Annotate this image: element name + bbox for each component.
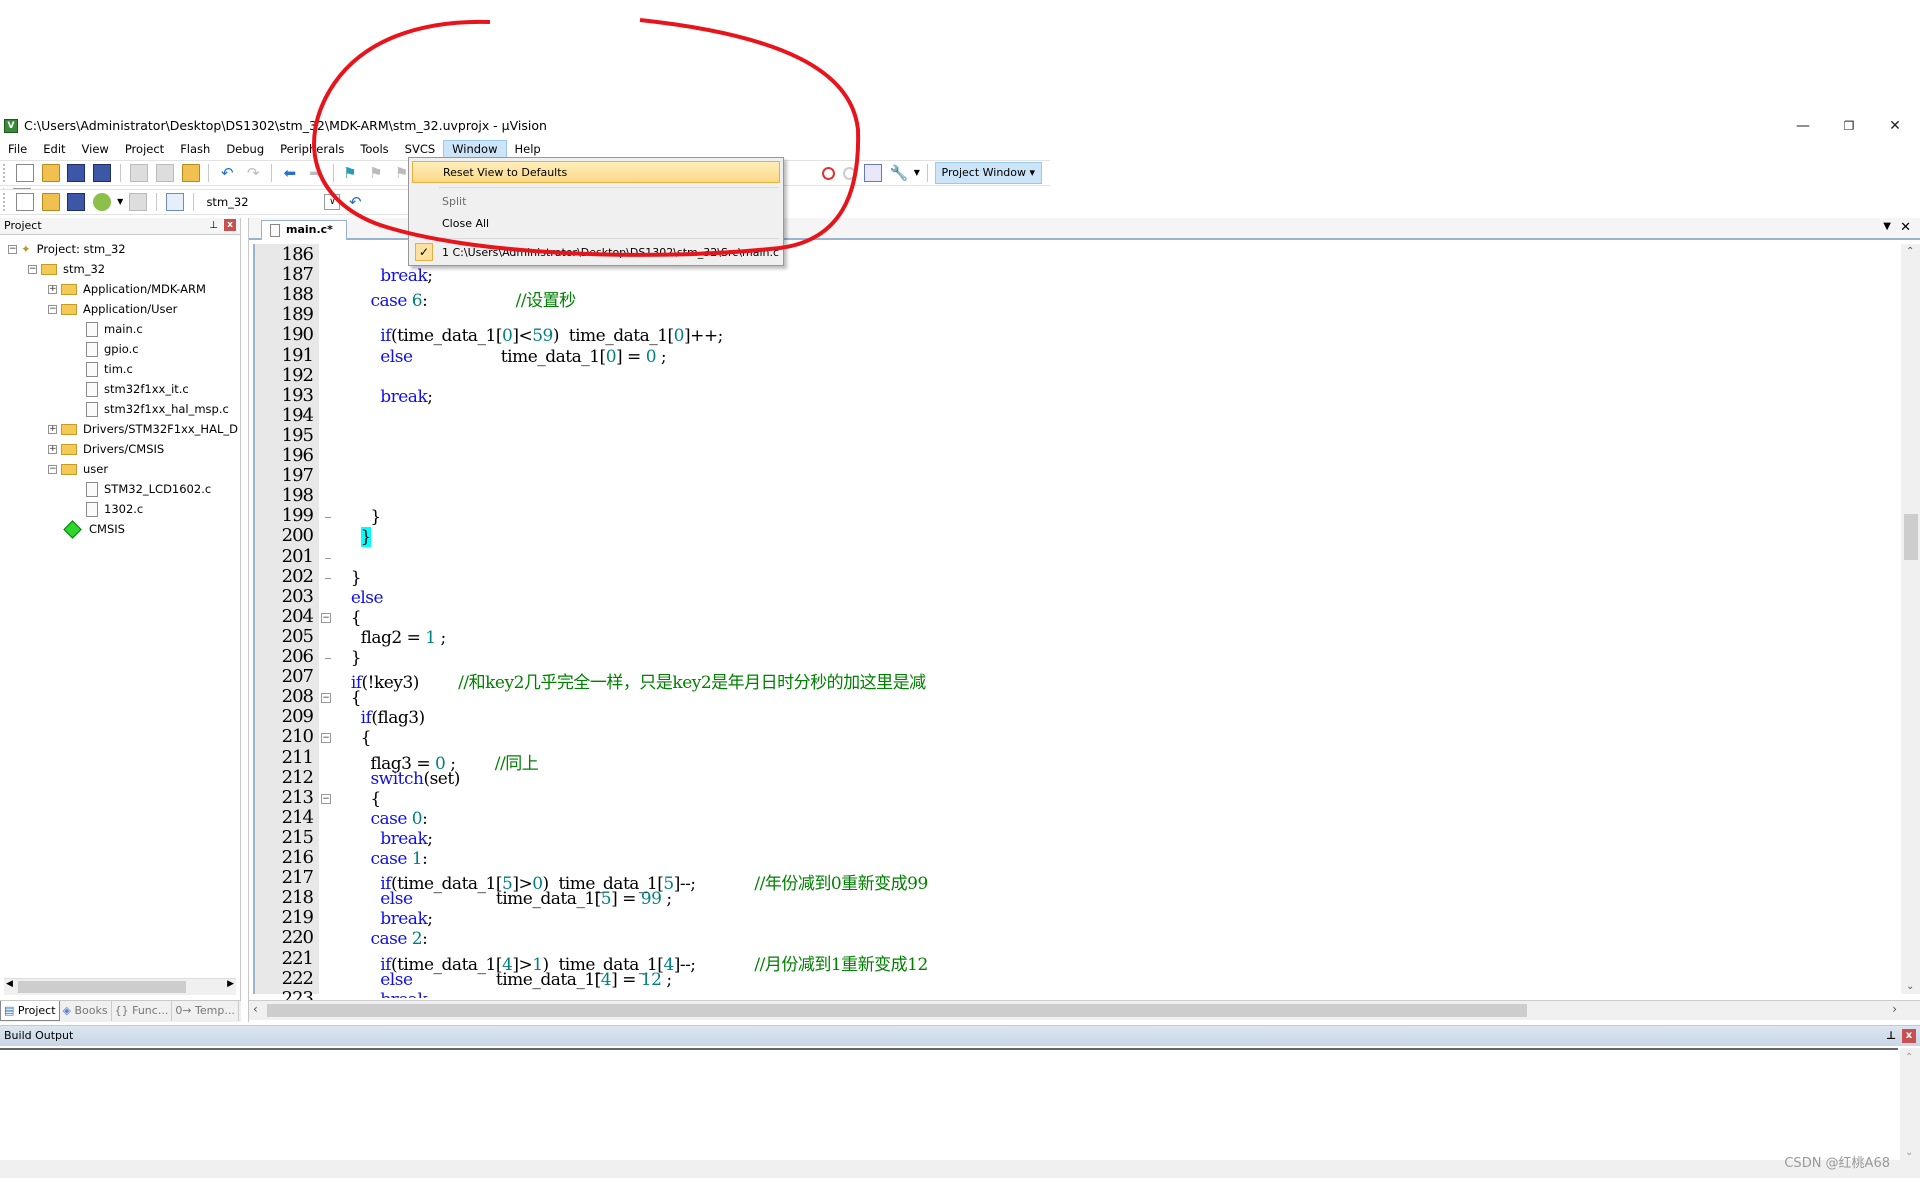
annotation-circle xyxy=(312,18,861,257)
annotation-stroke xyxy=(312,18,861,257)
